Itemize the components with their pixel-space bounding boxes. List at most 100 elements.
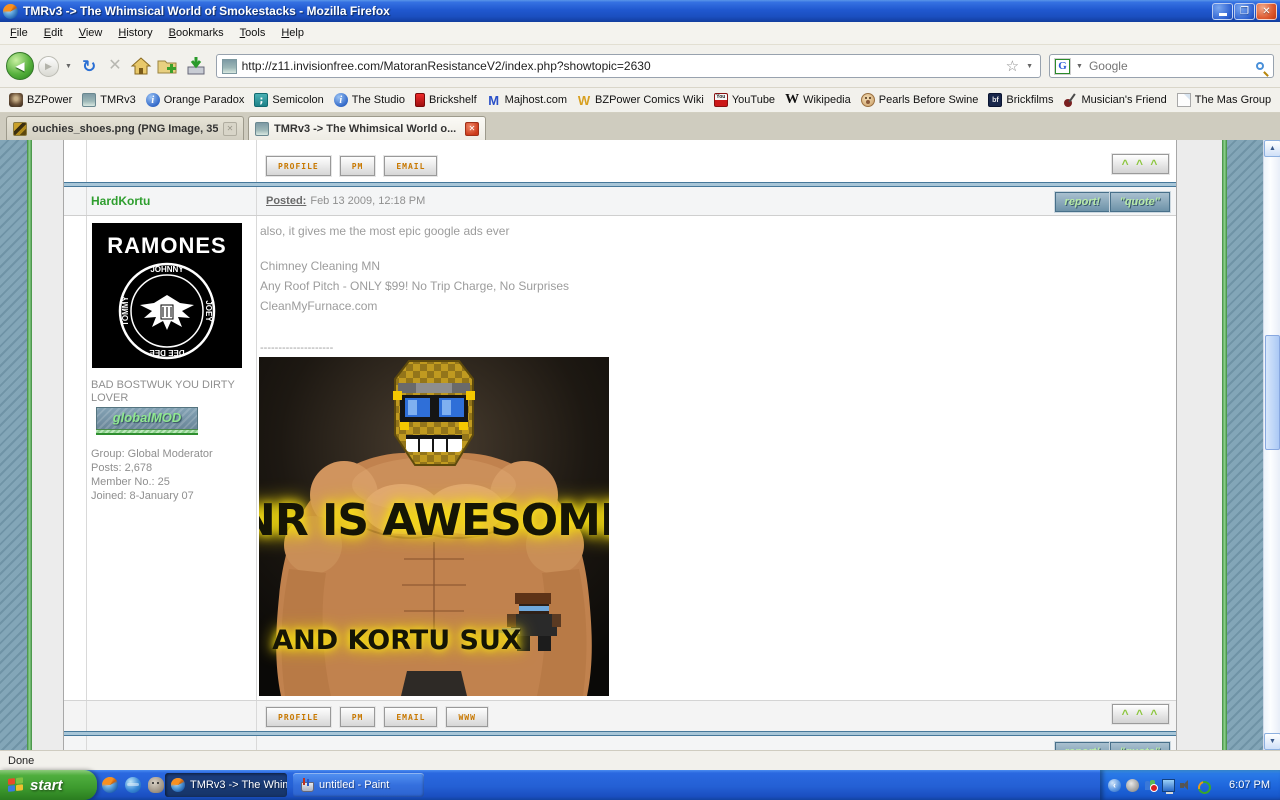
bookmark-bzpower-comics-wiki[interactable]: BZPower Comics Wiki [572,91,709,109]
blue-app-quicklaunch-icon[interactable] [125,777,141,793]
next-post-header: report! "quote" [64,736,1176,750]
bzpower-icon [9,93,23,107]
signature-divider: -------------------- [260,342,334,354]
report-button[interactable]: report! [1054,742,1110,750]
globalmod-badge: globalMOD [96,407,198,435]
pm-button[interactable]: PM [339,156,376,176]
scroll-down-button[interactable]: ▼ [1264,733,1280,750]
menu-file[interactable]: File [2,24,36,42]
bookmark-wikipedia[interactable]: Wikipedia [780,91,856,109]
scrollbar-thumb[interactable] [1265,335,1280,450]
profile-button[interactable]: PROFILE [266,156,331,176]
bookmark-brickfilms[interactable]: Brickfilms [983,91,1058,109]
menu-edit[interactable]: Edit [36,24,71,42]
svg-text:TOMMY: TOMMY [121,296,130,326]
taskbar-item-firefox[interactable]: TMRv3 -> The Whims... [165,773,287,797]
reload-button[interactable]: ↻ [78,58,100,75]
history-dropdown-icon[interactable]: ▼ [63,63,74,70]
post-timestamp: Posted: Feb 13 2009, 12:18 PM [266,195,426,207]
pm-button[interactable]: PM [339,707,376,727]
google-engine-icon[interactable]: G [1054,57,1071,75]
post-body: RAMONES JOHNNY JOEY DEE DEE TOMMY BAD BO… [64,216,1176,700]
engine-dropdown-icon[interactable]: ▼ [1074,63,1085,70]
restore-button[interactable]: ❐ [1234,2,1255,20]
download-button[interactable] [184,55,208,77]
page-border-right [1222,140,1227,750]
tray-collapse-chevron-icon[interactable]: ‹ [1108,778,1121,792]
contacts-offline-icon[interactable] [1144,779,1158,792]
back-button[interactable]: ◀ [6,52,34,80]
scroll-up-button[interactable]: ▲ [1264,140,1280,157]
bookmark-pearls-before-swine[interactable]: Pearls Before Swine [856,91,984,109]
menu-view[interactable]: View [71,24,111,42]
bookmark-musicians-friend[interactable]: Musician's Friend [1058,91,1171,109]
bookmark-majhost[interactable]: Majhost.com [482,91,572,109]
user-member-no: Member No.: 25 [91,476,170,488]
post-author-link[interactable]: HardKortu [91,194,150,208]
bookmark-orange-paradox[interactable]: Orange Paradox [141,91,250,109]
post-line: Chimney Cleaning MN [260,259,381,273]
windows-flag-icon [8,777,24,793]
post-line: also, it gives me the most epic google a… [260,224,510,238]
taskbar: start » TMRv3 -> The Whims... untitled -… [0,770,1280,800]
close-button[interactable]: ✕ [1256,2,1277,20]
gimp-quicklaunch-icon[interactable] [148,777,164,793]
search-box[interactable]: G ▼ [1049,54,1274,78]
quote-button[interactable]: "quote" [1109,742,1170,750]
majhost-icon [487,93,501,107]
menu-bar: File Edit View History Bookmarks Tools H… [0,22,1280,45]
bookmark-the-studio[interactable]: The Studio [329,91,410,109]
image-tab-icon [13,121,27,136]
post-footer: PROFILE PM EMAIL WWW ^ ^ ^ [64,700,1176,731]
network-activity-icon[interactable] [1162,778,1175,794]
firefox-quicklaunch-icon[interactable] [102,777,118,793]
home-button[interactable] [130,55,152,77]
bookmark-bzpower[interactable]: BZPower [4,91,77,109]
tab-close-icon[interactable]: ✕ [223,121,237,136]
menu-help[interactable]: Help [273,24,312,42]
report-button[interactable]: report! [1054,192,1110,212]
bookmark-the-mas-group[interactable]: The Mas Group [1172,91,1276,109]
email-button[interactable]: EMAIL [384,707,438,727]
start-button[interactable]: start [0,770,97,800]
profile-button[interactable]: PROFILE [266,707,331,727]
menu-bookmarks[interactable]: Bookmarks [161,24,232,42]
minimize-button[interactable] [1212,2,1233,20]
vertical-scrollbar[interactable]: ▲ ▼ [1263,140,1280,750]
tmrv3-icon [82,93,97,107]
url-dropdown-icon[interactable]: ▼ [1024,63,1035,70]
www-button[interactable]: WWW [446,707,488,727]
paint-task-icon [299,777,314,793]
quote-button[interactable]: "quote" [1109,192,1170,212]
browser-viewport: PROFILE PM EMAIL ^ ^ ^ HardKortu Posted:… [0,140,1280,750]
bookmarks-overflow-chevron[interactable]: » [1276,93,1280,107]
forward-button[interactable]: ▶ [38,55,59,77]
menu-tools[interactable]: Tools [232,24,274,42]
menu-history[interactable]: History [110,24,160,42]
back-to-top-button[interactable]: ^ ^ ^ [1112,154,1169,174]
stop-button[interactable]: ✕ [104,58,125,74]
window-titlebar: TMRv3 -> The Whimsical World of Smokesta… [0,0,1280,22]
post-line: Any Roof Pitch - ONLY $99! No Trip Charg… [260,279,570,293]
windows-update-icon[interactable] [1198,779,1211,792]
tab-close-icon[interactable]: ✕ [465,121,479,136]
new-folder-button[interactable] [156,55,180,77]
tab-ouchies-shoes[interactable]: ouchies_shoes.png (PNG Image, 350x3... ✕ [6,116,244,140]
url-input[interactable] [241,59,1001,73]
messenger-status-icon[interactable] [1126,778,1139,792]
taskbar-clock: 6:07 PM [1229,779,1270,791]
bookmark-brickshelf[interactable]: Brickshelf [410,91,482,109]
back-to-top-button[interactable]: ^ ^ ^ [1112,704,1169,724]
user-joined: Joined: 8-January 07 [91,490,194,502]
search-input[interactable] [1088,59,1252,73]
bookmark-youtube[interactable]: YouTube [709,91,780,109]
bookmark-star-icon[interactable]: ☆ [1006,59,1019,74]
bookmark-semicolon[interactable]: Semicolon [249,91,328,109]
taskbar-item-paint[interactable]: untitled - Paint [293,773,424,797]
url-bar[interactable]: ☆ ▼ [215,54,1041,78]
tab-tmrv3-active[interactable]: TMRv3 -> The Whimsical World o... ✕ [248,116,486,140]
email-button[interactable]: EMAIL [384,156,438,176]
bookmark-tmrv3[interactable]: TMRv3 [77,91,140,109]
search-magnifier-icon[interactable] [1256,62,1264,70]
volume-icon[interactable] [1180,779,1193,792]
